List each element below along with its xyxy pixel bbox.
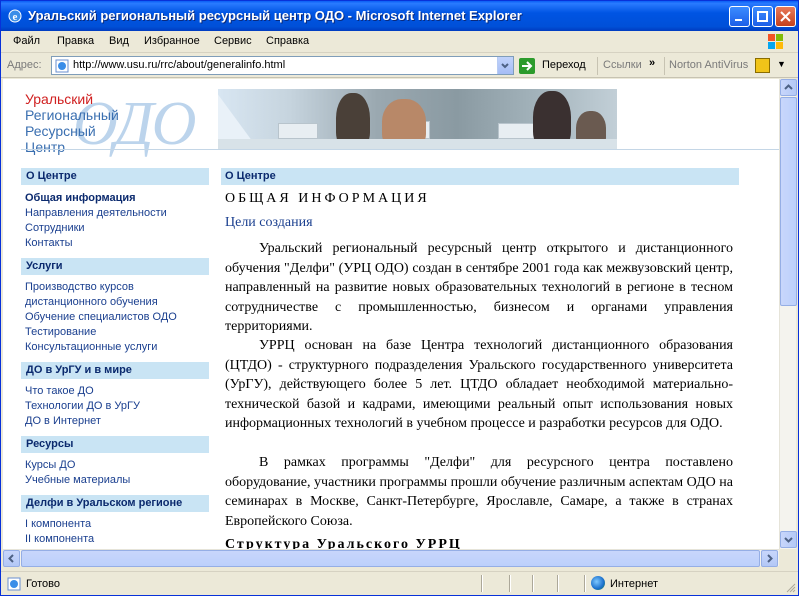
next-section-title: Структура Уральского УРРЦ [225, 537, 462, 549]
menu-help[interactable]: Справка [266, 35, 309, 47]
vertical-scroll-thumb[interactable] [780, 97, 797, 306]
sidebar-link-testing[interactable]: Тестирование [25, 326, 96, 338]
sidebar-link-contacts[interactable]: Контакты [25, 237, 73, 249]
horizontal-scroll-thumb[interactable] [21, 550, 760, 567]
paragraph-1: Уральский региональный ресурсный центр о… [225, 241, 733, 334]
scrollbar-corner [779, 549, 796, 566]
menu-file[interactable]: Файл [13, 35, 40, 47]
sidebar-header-resources: Ресурсы [21, 436, 209, 453]
sidebar-link-course-production[interactable]: Производство курсов [25, 281, 134, 293]
scroll-up-button[interactable] [780, 79, 797, 96]
status-separator [557, 575, 559, 592]
window-title: Уральский региональный ресурсный центр О… [28, 8, 522, 23]
ie-icon: e [8, 9, 22, 23]
minimize-icon [735, 19, 742, 21]
scroll-down-button[interactable] [780, 531, 797, 548]
resize-grip-icon[interactable] [784, 581, 796, 593]
address-dropdown-button[interactable] [497, 57, 513, 74]
logo-line-4: Центр [25, 139, 66, 155]
sidebar-link-specialist-training[interactable]: Обучение специалистов ОДО [25, 311, 177, 323]
title-bar[interactable]: e Уральский региональный ресурсный центр… [1, 1, 798, 31]
browser-window: e Уральский региональный ресурсный центр… [0, 0, 799, 596]
maximize-button[interactable] [752, 6, 773, 27]
logo-line-1: Уральский [25, 91, 94, 107]
chevron-down-icon [784, 537, 793, 543]
address-url: http://www.usu.ru/rrc/about/generalinfo.… [73, 59, 286, 71]
section-title: Цели создания [225, 215, 313, 230]
menu-view[interactable]: Вид [109, 35, 129, 47]
header-divider [21, 149, 779, 150]
chevron-left-icon [8, 554, 14, 563]
internet-zone-icon [591, 576, 605, 590]
paragraph-3: В рамках программы "Делфи" для ресурсног… [225, 455, 733, 529]
go-arrow-icon [519, 58, 535, 74]
go-label: Переход [542, 59, 586, 71]
main-section-header: О Центре [221, 168, 739, 185]
go-button[interactable]: Переход [518, 57, 590, 75]
sidebar-header-delphi: Делфи в Уральском регионе [21, 495, 209, 512]
norton-icon[interactable] [755, 58, 770, 73]
svg-text:e: e [13, 11, 18, 23]
paragraph-2: УРРЦ основан на базе Центра технологий д… [225, 338, 733, 431]
links-more-button[interactable]: » [649, 57, 655, 69]
links-button[interactable]: Ссылки [603, 59, 642, 71]
norton-dropdown-icon[interactable]: ▼ [777, 59, 786, 69]
windows-logo-icon [768, 34, 783, 49]
chevron-down-icon [501, 63, 509, 69]
sidebar-link-do-internet[interactable]: ДО в Интернет [25, 415, 101, 427]
status-separator [532, 575, 534, 592]
status-separator [509, 575, 511, 592]
menu-bar: Файл Правка Вид Избранное Сервис Справка [1, 31, 798, 53]
header-banner-image [218, 89, 617, 149]
vertical-scrollbar[interactable] [779, 79, 797, 549]
sidebar-link-general-info[interactable]: Общая информация [25, 192, 136, 204]
close-icon [780, 11, 791, 22]
site-logo[interactable]: ОДО Уральский Региональный Ресурсный Цен… [21, 89, 241, 158]
sidebar-header-services: Услуги [21, 258, 209, 275]
security-zone-label: Интернет [610, 578, 658, 590]
logo-line-2: Региональный [25, 107, 119, 123]
toolbar-separator [597, 57, 598, 75]
sidebar-link-activities[interactable]: Направления деятельности [25, 207, 167, 219]
status-text: Готово [26, 578, 60, 590]
close-button[interactable] [775, 6, 796, 27]
toolbar-separator [664, 57, 665, 75]
sidebar-link-learning-materials[interactable]: Учебные материалы [25, 474, 130, 486]
status-separator [481, 575, 483, 592]
menu-favorites[interactable]: Избранное [144, 35, 200, 47]
sidebar-link-do-technologies[interactable]: Технологии ДО в УрГУ [25, 400, 140, 412]
address-input[interactable]: http://www.usu.ru/rrc/about/generalinfo.… [51, 56, 514, 75]
maximize-icon [757, 11, 768, 22]
page-done-icon [7, 577, 21, 591]
logo-line-3: Ресурсный [25, 123, 96, 139]
page-viewport: ОДО Уральский Региональный Ресурсный Цен… [3, 79, 779, 549]
sidebar-link-component-2[interactable]: II компонента [25, 533, 94, 545]
menu-edit[interactable]: Правка [57, 35, 94, 47]
sidebar-link-what-is-do[interactable]: Что такое ДО [25, 385, 94, 397]
minimize-button[interactable] [729, 6, 750, 27]
sidebar-link-staff[interactable]: Сотрудники [25, 222, 85, 234]
status-bar: Готово Интернет [1, 571, 798, 595]
menu-tools[interactable]: Сервис [214, 35, 252, 47]
page-icon [55, 59, 69, 73]
page-title: ОБЩАЯ ИНФОРМАЦИЯ [225, 191, 430, 206]
horizontal-scrollbar[interactable] [3, 549, 779, 567]
sidebar-link-component-1[interactable]: I компонента [25, 518, 91, 530]
sidebar-header-about: О Центре [21, 168, 209, 185]
status-separator [584, 575, 586, 592]
norton-button[interactable]: Norton AntiVirus [669, 59, 748, 71]
sidebar-link-do-courses[interactable]: Курсы ДО [25, 459, 75, 471]
sidebar-link-distance-learning[interactable]: дистанционного обучения [25, 296, 158, 308]
chevron-up-icon [784, 84, 793, 90]
scroll-right-button[interactable] [761, 550, 778, 567]
address-toolbar: Адрес: http://www.usu.ru/rrc/about/gener… [1, 54, 798, 78]
sidebar-header-do-world: ДО в УрГУ и в мире [21, 362, 209, 379]
sidebar-link-consulting[interactable]: Консультационные услуги [25, 341, 157, 353]
scroll-left-button[interactable] [3, 550, 20, 567]
address-label: Адрес: [7, 59, 42, 71]
chevron-right-icon [767, 554, 773, 563]
